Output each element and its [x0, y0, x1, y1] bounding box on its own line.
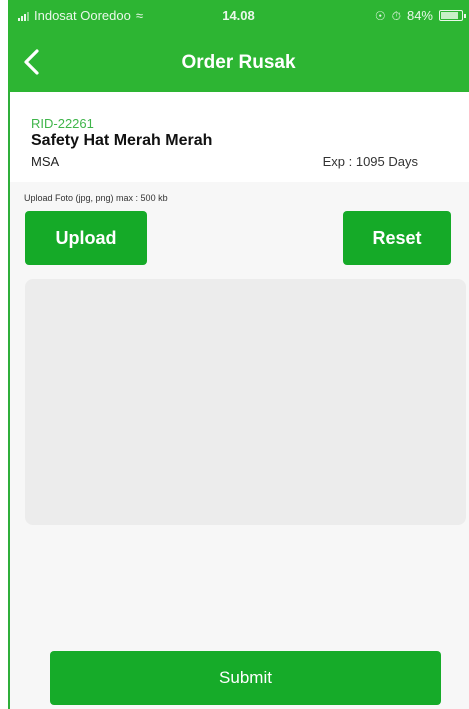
upload-button[interactable]: Upload — [25, 211, 147, 265]
upload-hint: Upload Foto (jpg, png) max : 500 kb — [24, 193, 168, 203]
page-title: Order Rusak — [181, 52, 296, 73]
product-brand: MSA — [31, 154, 60, 169]
submit-button[interactable]: Submit — [50, 651, 441, 705]
app-screen: Indosat Ooredoo ≈ 14.08 ☉ ⏱ 84% Order Ru… — [0, 0, 469, 709]
product-card: RID-22261 Safety Hat Merah Merah MSA Exp… — [10, 92, 469, 182]
reset-button[interactable]: Reset — [343, 211, 451, 265]
app-header: Indosat Ooredoo ≈ 14.08 ☉ ⏱ 84% Order Ru… — [8, 0, 469, 92]
location-icon: ☉ — [374, 8, 386, 23]
product-expiry: Exp : 1095 Days — [322, 154, 418, 169]
product-rid: RID-22261 — [31, 116, 94, 131]
battery-icon — [439, 10, 466, 21]
alarm-icon: ⏱ — [391, 8, 401, 23]
photo-preview-area[interactable] — [25, 279, 466, 525]
status-right: ☉ ⏱ 84% — [374, 8, 466, 23]
battery-percent: 84% — [406, 8, 433, 23]
status-bar: Indosat Ooredoo ≈ 14.08 ☉ ⏱ 84% — [8, 0, 469, 30]
nav-bar: Order Rusak — [8, 40, 469, 84]
product-name: Safety Hat Merah Merah — [31, 132, 213, 149]
